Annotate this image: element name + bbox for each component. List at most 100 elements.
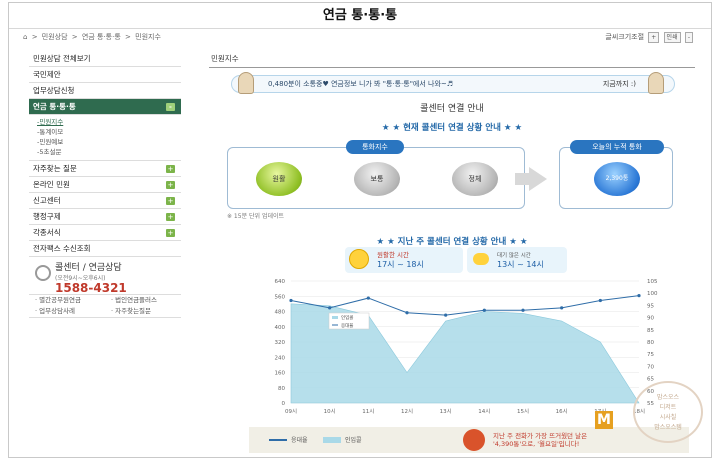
legend-label-area: 인입콜 — [345, 437, 362, 444]
watermark-badge: M — [595, 411, 613, 429]
collapse-icon[interactable]: - — [166, 103, 175, 111]
character-icon — [238, 72, 254, 94]
sidebar-item-consult[interactable]: 업무상담신청 — [29, 83, 181, 99]
legend-label: 인입콜 — [341, 314, 353, 321]
call-center-number: 1588-4321 — [55, 281, 127, 295]
font-increase-button[interactable]: + — [648, 32, 660, 43]
sidebar-submenu: -민원지수 -통계이모 -민원예보 -5초설문 — [29, 115, 181, 161]
status-smooth: 원활 — [256, 162, 302, 196]
submenu-item-forecast[interactable]: -민원예보 — [37, 137, 181, 147]
cloud-icon — [473, 253, 489, 265]
total-calls-box: 오늘의 누적 통화 2,390통 — [559, 140, 673, 209]
phone-icon — [35, 265, 51, 281]
expand-icon[interactable]: + — [166, 197, 175, 205]
legend-swatch-line — [269, 439, 287, 441]
call-center-title: 콜센터 / 연금상담 — [55, 263, 122, 273]
y-right-tick-label: 80 — [647, 340, 654, 346]
y-left-tick-label: 0 — [282, 401, 286, 407]
line-point — [560, 306, 564, 310]
watermark: M 맘스오스 디저트 시사칠 맘스오스템 — [589, 381, 709, 443]
x-tick-label: 15시 — [517, 409, 529, 415]
legend-swatch — [332, 316, 338, 319]
call-status-box: 통화지수 원활 보통 정체 — [227, 140, 525, 209]
y-left-tick-label: 640 — [275, 279, 286, 285]
legend-swatch-area — [323, 437, 341, 443]
y-left-tick-label: 560 — [275, 294, 286, 300]
y-left-tick-label: 160 — [275, 371, 286, 377]
y-right-tick-label: 70 — [647, 364, 654, 370]
page-title: 연금 통·통·통 — [9, 3, 711, 29]
submenu-item-index[interactable]: -민원지수 — [37, 117, 181, 127]
breadcrumb-item[interactable]: 민원지수 — [135, 33, 161, 41]
update-note: ※ 15분 단위 업데이트 — [227, 213, 285, 220]
breadcrumb-item[interactable]: 연금 통·통·통 — [82, 33, 121, 41]
quick-link[interactable]: · 법인연금플러스 — [105, 295, 181, 306]
line-point — [444, 313, 448, 317]
y-right-tick-label: 75 — [647, 352, 654, 358]
line-point — [482, 308, 486, 312]
section-title: 민원지수 — [209, 51, 695, 68]
heading: 콜센터 연결 안내 — [420, 104, 484, 114]
y-right-tick-label: 100 — [647, 291, 658, 297]
submenu-item-survey[interactable]: -5초설문 — [37, 147, 181, 157]
font-decrease-button[interactable]: - — [684, 32, 693, 43]
legend-label-line: 응대율 — [291, 437, 308, 444]
expand-icon[interactable]: + — [166, 181, 175, 189]
expand-icon[interactable]: + — [166, 213, 175, 221]
total-calls-value: 2,390통 — [594, 162, 640, 196]
expand-icon[interactable]: + — [166, 229, 175, 237]
line-point — [366, 296, 370, 300]
status-tag: 통화지수 — [346, 140, 404, 154]
watermark-circle: 맘스오스 디저트 시사칠 맘스오스템 — [633, 381, 703, 443]
y-right-tick-label: 105 — [647, 279, 658, 285]
arrow-right-icon — [529, 167, 547, 191]
x-tick-label: 14시 — [478, 409, 490, 415]
status-normal: 보통 — [354, 162, 400, 196]
quick-links: · 별간공무원연금 · 법인연금플러스 · 업무상담사례 · 자주찾는질문 — [29, 295, 181, 318]
sidebar-item-efax[interactable]: 전자팩스 수신조회 — [29, 241, 181, 257]
line-point — [521, 308, 525, 312]
x-tick-label: 11시 — [362, 409, 374, 415]
quick-link[interactable]: · 자주찾는질문 — [105, 306, 181, 317]
expand-icon[interactable]: + — [166, 165, 175, 173]
sidebar-item-tongtong[interactable]: 연금 통·통·통 - — [29, 99, 181, 115]
y-right-tick-label: 95 — [647, 303, 654, 309]
x-tick-label: 10시 — [324, 409, 336, 415]
smooth-time-box: 원활한 시간 17시 ~ 18시 — [345, 247, 463, 273]
total-tag: 오늘의 누적 통화 — [570, 140, 664, 154]
quick-link[interactable]: · 업무상담사례 — [29, 306, 105, 317]
submenu-item-stats[interactable]: -통계이모 — [37, 127, 181, 137]
smooth-time-label: 원활한 시간 — [377, 251, 409, 259]
subheading-lastweek: ★ ★ 지난 주 콜센터 연결 상황 안내 ★ ★ — [376, 237, 528, 247]
subheading-current: ★ ★ 현재 콜센터 연결 상황 안내 ★ ★ — [381, 123, 523, 133]
sidebar-item-relief[interactable]: 행정구제 + — [29, 209, 181, 225]
home-icon[interactable]: ⌂ — [23, 33, 27, 41]
sidebar-item-report[interactable]: 신고센터 + — [29, 193, 181, 209]
sidebar-item-online[interactable]: 온라인 민원 + — [29, 177, 181, 193]
status-congested: 정체 — [452, 162, 498, 196]
sidebar-item-forms[interactable]: 각종서식 + — [29, 225, 181, 241]
quick-link[interactable]: · 별간공무원연금 — [29, 295, 105, 306]
sidebar-item-proposal[interactable]: 국민제안 — [29, 67, 181, 83]
banner-message: 0,480분이 소통중♥ 연금정보 니가 봐 "통·통·통"에서 나와~♬ — [268, 80, 454, 88]
smile-icon — [349, 249, 369, 269]
y-left-tick-label: 400 — [275, 325, 286, 331]
banner: 0,480분이 소통중♥ 연금정보 니가 봐 "통·통·통"에서 나와~♬ 지금… — [231, 72, 675, 94]
sidebar: 민원상담 전체보기 국민제안 업무상담신청 연금 통·통·통 - -민원지수 -통… — [29, 51, 181, 318]
line-point — [405, 311, 409, 315]
sidebar-item-all[interactable]: 민원상담 전체보기 — [29, 51, 181, 67]
legend-label: 응대율 — [341, 322, 353, 329]
print-button[interactable]: 인쇄 — [663, 32, 681, 43]
y-right-tick-label: 90 — [647, 316, 654, 322]
x-tick-label: 13시 — [440, 409, 452, 415]
breadcrumb-item[interactable]: 민원상담 — [42, 33, 68, 41]
font-size-label: 글씨크기조절 — [605, 33, 645, 41]
y-left-tick-label: 240 — [275, 355, 286, 361]
busy-time-label: 대기 많은 시간 — [497, 253, 531, 259]
character-icon — [648, 72, 664, 94]
toolbar: 글씨크기조절 + 인쇄 - — [605, 30, 693, 44]
smooth-time-value: 17시 ~ 18시 — [377, 260, 424, 269]
sidebar-item-faq[interactable]: 자주찾는 질문 + — [29, 161, 181, 177]
banner-right: 지금까지 :) — [602, 80, 636, 88]
busy-time-box: 대기 많은 시간 13시 ~ 14시 — [467, 247, 567, 273]
